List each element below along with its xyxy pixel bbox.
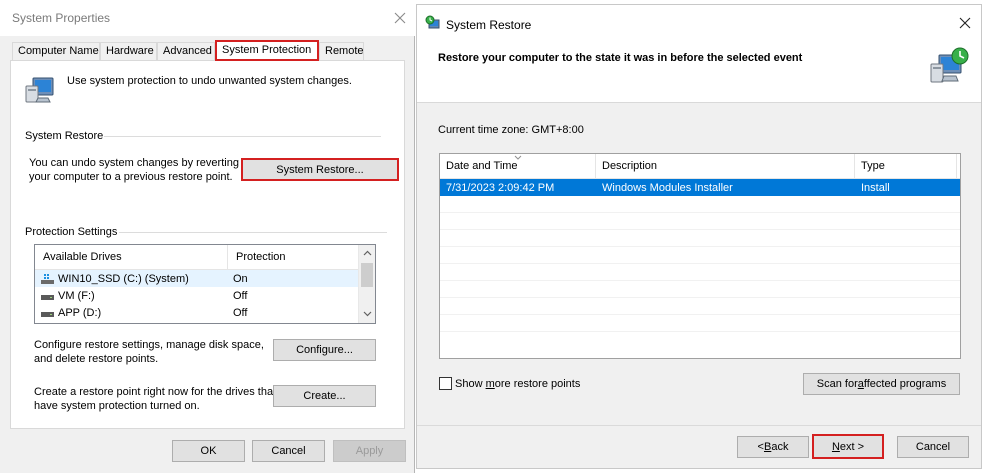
ok-button[interactable]: OK: [172, 440, 245, 462]
create-desc-1: Create a restore point right now for the…: [34, 386, 277, 398]
configure-desc-1: Configure restore settings, manage disk …: [34, 339, 264, 351]
sr-title: System Restore: [446, 18, 532, 32]
system-restore-icon: [425, 15, 440, 29]
empty-row: [440, 298, 960, 315]
timezone-label: Current time zone: GMT+8:00: [438, 124, 584, 136]
drive-row[interactable]: VM (F:) Off: [35, 287, 358, 304]
system-properties-window: System Properties Computer Name Hardware…: [0, 0, 415, 473]
scrollbar-thumb[interactable]: [361, 263, 373, 287]
restore-point-row[interactable]: 7/31/2023 2:09:42 PM Windows Modules Ins…: [440, 179, 960, 196]
group-divider: [104, 136, 381, 137]
intro-text: Use system protection to undo unwanted s…: [67, 75, 352, 87]
restore-list-header: Date and Time Description Type: [440, 154, 960, 179]
drive-icon: [41, 291, 54, 300]
column-available-drives[interactable]: Available Drives: [35, 245, 228, 269]
drives-list[interactable]: Available Drives Protection WIN10_SSD (C…: [34, 244, 376, 324]
configure-desc-2: and delete restore points.: [34, 353, 159, 365]
drive-row[interactable]: APP (D:) Off: [35, 304, 358, 321]
sp-titlebar: System Properties: [0, 0, 415, 36]
empty-row: [440, 230, 960, 247]
group-divider: [119, 232, 387, 233]
empty-row: [440, 264, 960, 281]
restore-point-type: Install: [861, 181, 890, 194]
drives-scrollbar[interactable]: [358, 245, 375, 323]
protection-settings-title: Protection Settings: [25, 226, 118, 238]
column-date-time-label: Date and Time: [446, 160, 518, 172]
configure-button[interactable]: Configure...: [273, 339, 376, 361]
empty-row: [440, 213, 960, 230]
create-desc-2: have system protection turned on.: [34, 400, 200, 412]
column-description[interactable]: Description: [596, 154, 855, 178]
empty-row: [440, 281, 960, 298]
sr-close-button[interactable]: [950, 8, 980, 38]
show-more-label: Show more restore points: [455, 377, 581, 390]
system-restore-group-title: System Restore: [25, 130, 104, 142]
drive-protection: Off: [233, 289, 248, 302]
drive-protection: Off: [233, 306, 248, 319]
column-protection[interactable]: Protection: [228, 245, 359, 269]
drives-list-header: Available Drives Protection: [35, 245, 375, 270]
cancel-button[interactable]: Cancel: [897, 436, 969, 458]
system-restore-button[interactable]: System Restore...: [241, 158, 399, 181]
drive-name: APP (D:): [58, 306, 102, 319]
tab-hardware[interactable]: Hardware: [100, 42, 157, 61]
next-button[interactable]: Next >: [812, 434, 884, 459]
show-more-checkbox[interactable]: [439, 377, 452, 390]
sp-close-button[interactable]: [385, 3, 415, 33]
sort-arrow-icon: [514, 155, 522, 160]
tab-computer-name[interactable]: Computer Name: [12, 42, 100, 61]
drive-name: WIN10_SSD (C:) (System): [58, 272, 189, 285]
apply-button[interactable]: Apply: [333, 440, 406, 462]
chevron-up-icon[interactable]: [363, 250, 372, 256]
cancel-button[interactable]: Cancel: [252, 440, 325, 462]
system-restore-desc-2: your computer to a previous restore poin…: [29, 171, 233, 183]
back-button[interactable]: < Back: [737, 436, 809, 458]
close-icon: [394, 12, 406, 24]
drive-protection: On: [233, 272, 248, 285]
drive-icon: [41, 274, 54, 284]
tab-advanced[interactable]: Advanced: [157, 42, 215, 61]
column-date-time[interactable]: Date and Time: [440, 154, 596, 178]
system-restore-desc-1: You can undo system changes by reverting: [29, 157, 239, 169]
drive-name: VM (F:): [58, 289, 95, 302]
footer-divider: [417, 425, 981, 426]
sr-header: Restore your computer to the state it wa…: [417, 41, 981, 103]
system-restore-window: System Restore Restore your computer to …: [416, 4, 982, 469]
create-button[interactable]: Create...: [273, 385, 376, 407]
sp-title: System Properties: [12, 11, 111, 25]
chevron-down-icon[interactable]: [363, 311, 372, 317]
tab-system-protection[interactable]: System Protection: [215, 40, 319, 61]
empty-row: [440, 196, 960, 213]
empty-row: [440, 247, 960, 264]
restore-points-list[interactable]: Date and Time Description Type 7/31/2023…: [439, 153, 961, 359]
drive-icon: [41, 308, 54, 317]
column-type[interactable]: Type: [855, 154, 957, 178]
close-icon: [959, 17, 971, 29]
restore-point-description: Windows Modules Installer: [602, 181, 733, 194]
scan-affected-programs-button[interactable]: Scan for a ffected programs: [803, 373, 960, 395]
restore-point-date: 7/31/2023 2:09:42 PM: [446, 181, 555, 194]
tab-remote[interactable]: Remote: [319, 42, 364, 61]
empty-row: [440, 315, 960, 332]
sr-titlebar: System Restore: [417, 5, 981, 41]
show-more-checkbox-row[interactable]: Show more restore points: [439, 377, 580, 390]
computer-restore-icon: [25, 77, 54, 103]
drive-row[interactable]: WIN10_SSD (C:) (System) On: [35, 270, 358, 287]
sr-heading: Restore your computer to the state it wa…: [438, 52, 803, 64]
computer-restore-icon: [930, 47, 969, 83]
